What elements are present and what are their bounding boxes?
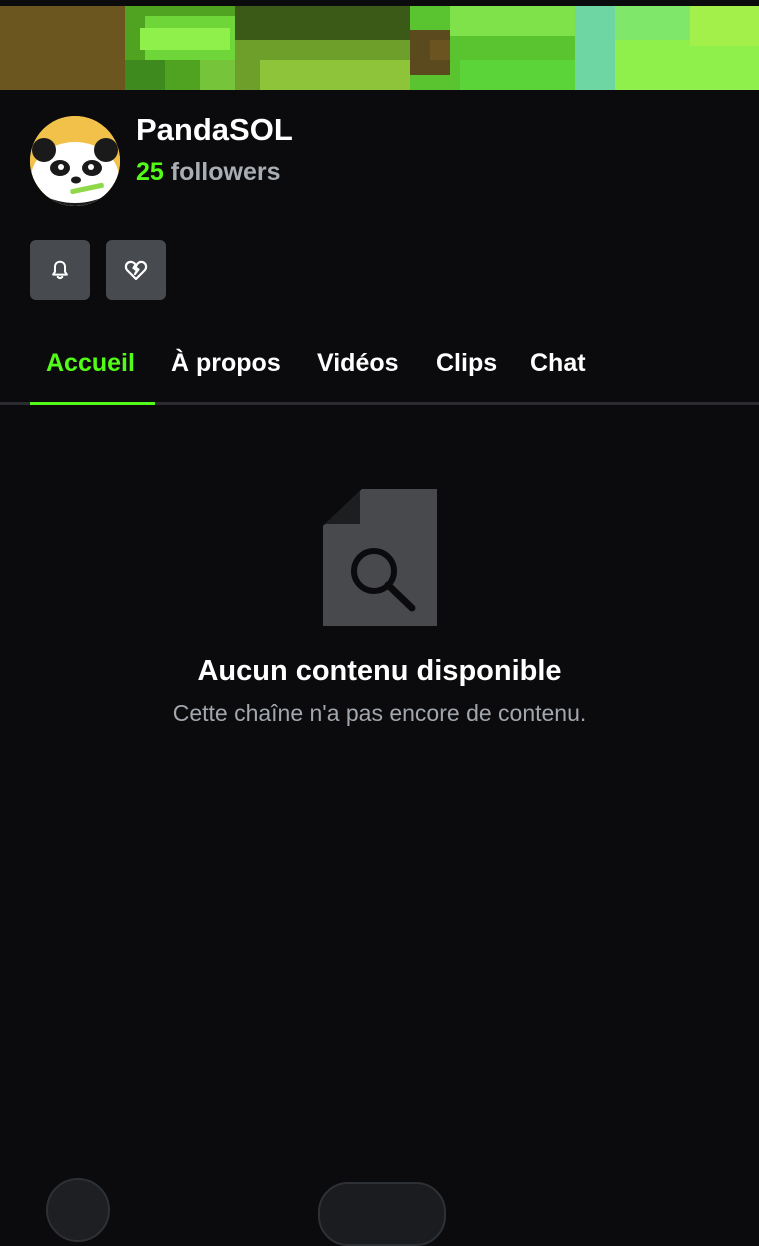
notification-button[interactable]: [30, 240, 90, 300]
panda-avatar-image: [30, 116, 120, 206]
document-search-icon: [322, 489, 438, 627]
empty-state-subtitle: Cette chaîne n'a pas encore de contenu.: [172, 700, 587, 726]
tab-clips[interactable]: Clips: [436, 348, 497, 378]
floating-action-button[interactable]: [46, 1178, 110, 1242]
followers-label: followers: [170, 158, 281, 186]
unfollow-button[interactable]: [106, 240, 166, 300]
broken-heart-icon: [124, 260, 148, 281]
bell-icon: [52, 260, 68, 280]
tab-a-propos[interactable]: À propos: [171, 348, 281, 378]
tab-videos[interactable]: Vidéos: [317, 348, 399, 378]
bottom-pill-button[interactable]: [318, 1182, 446, 1246]
avatar[interactable]: [30, 116, 120, 206]
followers-count: 25 followers: [136, 158, 281, 186]
channel-banner: [0, 0, 759, 90]
channel-header: PandaSOL 25 followers: [30, 114, 730, 208]
channel-tabs: Accueil À propos Vidéos Clips Chat: [0, 330, 759, 406]
banner-image: [0, 0, 759, 90]
tab-accueil[interactable]: Accueil: [46, 348, 135, 378]
active-tab-indicator: [30, 402, 155, 405]
channel-name: PandaSOL: [136, 112, 293, 147]
followers-number: 25: [136, 158, 164, 186]
tab-chat[interactable]: Chat: [530, 348, 586, 378]
empty-state-title: Aucun contenu disponible: [197, 655, 562, 687]
